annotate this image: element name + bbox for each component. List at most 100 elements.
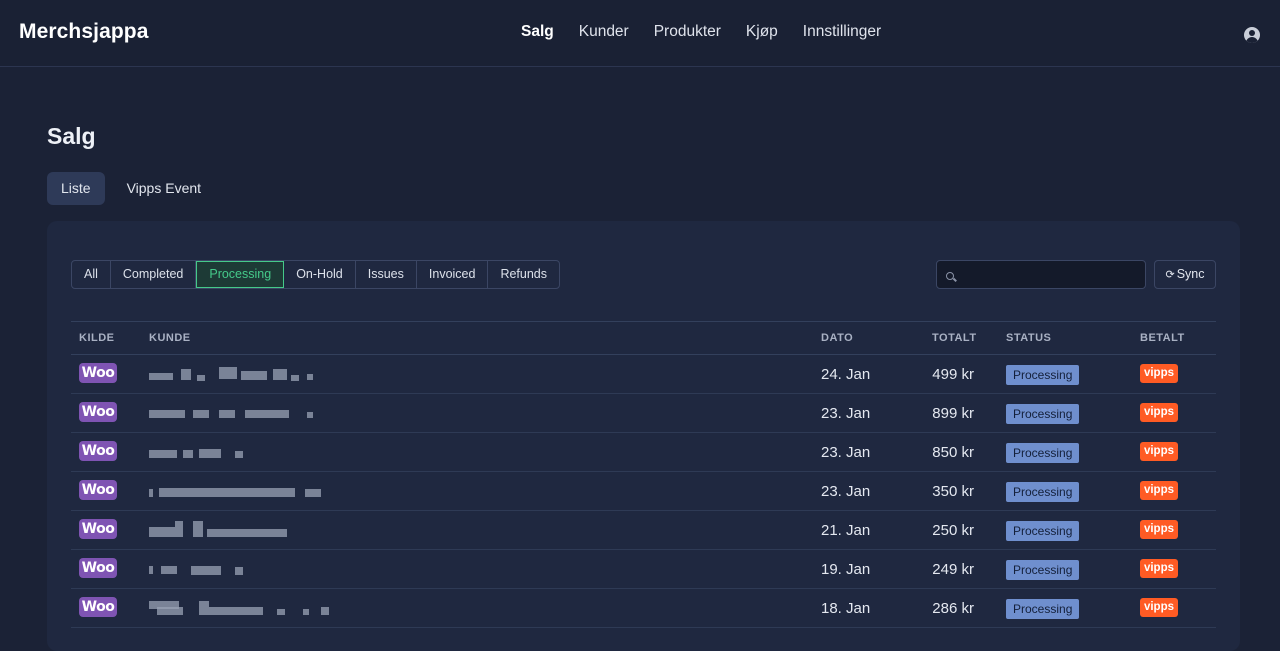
customer-name-redacted [149, 365, 409, 387]
filter-issues[interactable]: Issues [356, 261, 417, 288]
user-circle-icon[interactable] [1244, 27, 1260, 43]
top-bar: Merchsjappa Salg Kunder Produkter Kjøp I… [0, 0, 1280, 67]
sync-icon: ⟳ [1165, 269, 1175, 281]
paid-cell: vipps [1140, 481, 1178, 500]
table-row[interactable]: Woo 24. Jan 499 kr Processing vipps [71, 355, 1216, 394]
woocommerce-logo-icon: Woo [79, 558, 117, 578]
vipps-logo-icon: vipps [1140, 559, 1178, 578]
status-cell: Processing [1006, 521, 1080, 541]
nav-item-kunder[interactable]: Kunder [579, 23, 629, 41]
filter-processing[interactable]: Processing [196, 261, 285, 288]
filter-on-hold[interactable]: On-Hold [284, 261, 356, 288]
date-cell: 23. Jan [821, 444, 871, 461]
sync-label: Sync [1176, 267, 1205, 281]
paid-cell: vipps [1140, 442, 1178, 461]
date-cell: 18. Jan [821, 600, 871, 617]
pixel-block [175, 521, 183, 537]
orders-table: KILDE KUNDE DATO TOTALT STATUS BETALT Wo… [71, 321, 1216, 628]
woocommerce-logo-icon: Woo [79, 597, 117, 617]
status-cell: Processing [1006, 599, 1080, 619]
paid-cell: vipps [1140, 364, 1178, 383]
pixel-block [273, 369, 287, 380]
customer-name-redacted [149, 521, 409, 543]
header-totalt[interactable]: TOTALT [932, 332, 977, 344]
subtab-vipps-event[interactable]: Vipps Event [113, 172, 215, 205]
filter-all[interactable]: All [72, 261, 111, 288]
total-cell: 249 kr [932, 561, 974, 578]
subtab-liste[interactable]: Liste [47, 172, 105, 205]
nav-item-kjop[interactable]: Kjøp [746, 23, 778, 41]
table-header: KILDE KUNDE DATO TOTALT STATUS BETALT [71, 321, 1216, 355]
customer-name-redacted [149, 482, 409, 504]
user-icon-body [1246, 37, 1258, 43]
pixelated-name [149, 482, 409, 504]
pixel-block [197, 375, 205, 381]
nav-item-produkter[interactable]: Produkter [654, 23, 721, 41]
header-kunde[interactable]: KUNDE [149, 332, 191, 344]
customer-name-redacted [149, 560, 409, 582]
pixel-block [277, 609, 285, 615]
filter-completed[interactable]: Completed [111, 261, 197, 288]
pixel-block [193, 521, 203, 537]
header-status[interactable]: STATUS [1006, 332, 1051, 344]
pixel-block [159, 488, 295, 497]
header-betalt[interactable]: BETALT [1140, 332, 1185, 344]
table-row[interactable]: Woo 19. Jan 249 kr Processing vipps [71, 550, 1216, 589]
customer-name-redacted [149, 404, 409, 426]
pixel-block [307, 412, 313, 418]
pixelated-name [149, 599, 409, 621]
search-icon [946, 272, 954, 280]
table-row[interactable]: Woo 21. Jan 250 kr Processing vipps [71, 511, 1216, 550]
table-row[interactable]: Woo 23. Jan 350 kr Processing vipps [71, 472, 1216, 511]
pixel-block [235, 567, 243, 575]
total-cell: 350 kr [932, 483, 974, 500]
pixel-block [219, 410, 235, 418]
date-cell: 21. Jan [821, 522, 871, 539]
pixel-block [291, 375, 299, 381]
vipps-logo-icon: vipps [1140, 403, 1178, 422]
total-cell: 850 kr [932, 444, 974, 461]
table-row[interactable]: Woo 23. Jan 899 kr Processing vipps [71, 394, 1216, 433]
header-dato[interactable]: DATO [821, 332, 853, 344]
pixel-block [321, 607, 329, 615]
pixelated-name [149, 443, 409, 465]
source-cell: Woo [79, 363, 117, 383]
search-input[interactable] [961, 261, 1141, 288]
woocommerce-logo-icon: Woo [79, 519, 117, 539]
filter-invoiced[interactable]: Invoiced [417, 261, 489, 288]
total-cell: 899 kr [932, 405, 974, 422]
pixel-block [245, 410, 289, 418]
pixelated-name [149, 521, 409, 543]
source-cell: Woo [79, 558, 117, 578]
nav-item-innstillinger[interactable]: Innstillinger [803, 23, 881, 41]
table-row[interactable]: Woo 18. Jan 286 kr Processing vipps [71, 589, 1216, 628]
sync-button[interactable]: ⟳ Sync [1154, 260, 1216, 289]
pixel-block [207, 529, 287, 537]
filter-refunds[interactable]: Refunds [488, 261, 559, 288]
woocommerce-logo-icon: Woo [79, 480, 117, 500]
source-cell: Woo [79, 441, 117, 461]
pixel-block [149, 373, 173, 380]
pixel-block [305, 489, 321, 497]
vipps-logo-icon: vipps [1140, 520, 1178, 539]
source-cell: Woo [79, 480, 117, 500]
pixel-block [193, 410, 209, 418]
status-cell: Processing [1006, 560, 1080, 580]
nav-item-salg[interactable]: Salg [521, 23, 554, 41]
subtabs: Liste Vipps Event [47, 172, 215, 205]
app-title[interactable]: Merchsjappa [19, 20, 148, 44]
table-row[interactable]: Woo 23. Jan 850 kr Processing vipps [71, 433, 1216, 472]
total-cell: 499 kr [932, 366, 974, 383]
status-badge: Processing [1006, 599, 1080, 619]
header-kilde[interactable]: KILDE [79, 332, 115, 344]
pixelated-name [149, 560, 409, 582]
paid-cell: vipps [1140, 598, 1178, 617]
pixel-block [209, 607, 263, 615]
paid-cell: vipps [1140, 403, 1178, 422]
date-cell: 19. Jan [821, 561, 871, 578]
pixelated-name [149, 404, 409, 426]
status-cell: Processing [1006, 443, 1080, 463]
pixel-block [241, 371, 267, 380]
status-cell: Processing [1006, 365, 1080, 385]
user-icon-head [1249, 30, 1255, 36]
